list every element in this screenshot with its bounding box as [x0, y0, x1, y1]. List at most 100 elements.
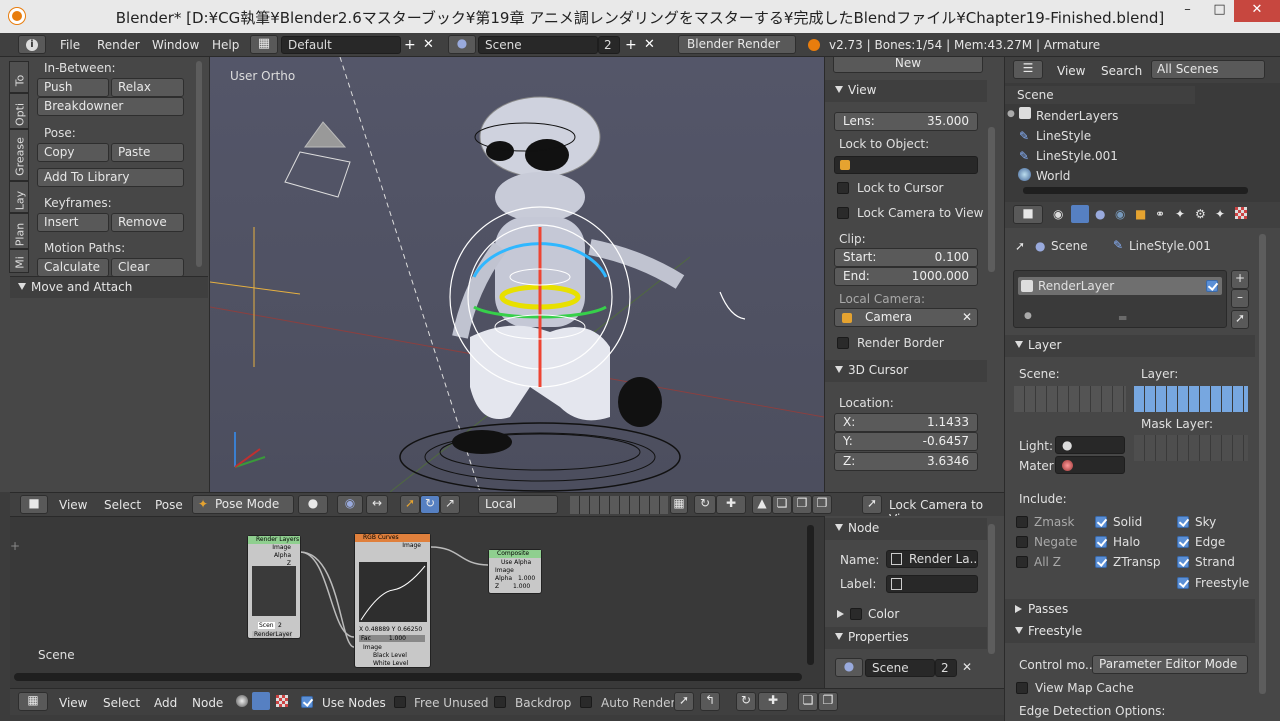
mask-layer-grid[interactable] [1134, 435, 1248, 461]
layer-panel-header[interactable]: Layer [1005, 335, 1255, 357]
view3d-menu-pose[interactable]: Pose [155, 498, 183, 512]
shader-nodes-icon[interactable] [236, 695, 248, 707]
lock-camera-checkbox[interactable] [837, 207, 849, 219]
translate-manipulator[interactable]: ➚ [400, 495, 420, 514]
view-panel-header[interactable]: View [825, 80, 987, 102]
linestyle-item[interactable]: LineStyle [1036, 129, 1091, 143]
use-alpha-toggle[interactable]: Use Alpha [489, 558, 541, 567]
minimize-button[interactable]: – [1172, 0, 1203, 22]
renderlayers-item[interactable]: RenderLayers [1036, 109, 1118, 123]
list-filter-icon[interactable]: ● [1024, 311, 1032, 321]
lock-layers-icon[interactable]: ▦ [670, 495, 688, 514]
outliner-menu-search[interactable]: Search [1101, 64, 1142, 78]
layer-buttons[interactable] [570, 496, 668, 514]
remove-layout-icon[interactable]: ✕ [423, 37, 434, 52]
layout-field[interactable]: Default [281, 36, 401, 54]
node-pin-icon[interactable]: ➚ [674, 692, 694, 711]
snap-icon[interactable]: ✚ [716, 495, 746, 514]
node-snap-icon[interactable]: ↻ [736, 692, 756, 711]
tab-layers[interactable]: Lay [9, 181, 29, 213]
rl-layer-field[interactable]: RenderLayer [252, 631, 292, 638]
node-panel-header[interactable]: Node [825, 518, 987, 540]
node-label-field[interactable] [886, 575, 978, 593]
properties-scrollbar[interactable] [1259, 234, 1266, 694]
tab-misc[interactable]: Mi [9, 249, 29, 273]
rgb-curves-node[interactable]: RGB Curves Image X 0.48889 Y 0.66250 Fac… [354, 533, 431, 668]
composite-node-header[interactable]: Composite [489, 550, 541, 558]
mode-select[interactable]: ✦ Pose Mode [192, 495, 294, 514]
ztransp-checkbox[interactable] [1095, 556, 1107, 568]
fac-value[interactable]: 1.000 [389, 635, 406, 642]
3d-cursor-panel-header[interactable]: 3D Cursor [825, 360, 987, 382]
compositing-nodes-icon[interactable] [252, 692, 270, 710]
add-to-library-button[interactable]: Add To Library [37, 168, 184, 187]
clip-start-field[interactable]: Start: 0.100 [834, 248, 978, 267]
world-tab-icon[interactable]: ◉ [1115, 207, 1125, 221]
rl-scene-field[interactable]: Scen [258, 622, 275, 629]
proportional-edit-icon[interactable]: ↻ [694, 495, 716, 514]
view3d-editor-type[interactable]: ■ [20, 495, 48, 514]
material-field[interactable] [1055, 456, 1125, 474]
scene-field[interactable]: Scene [478, 36, 598, 54]
grease-pencil-new-button[interactable]: New [833, 57, 983, 73]
push-button[interactable]: Push [37, 78, 109, 97]
scale-manipulator[interactable]: ↗ [440, 495, 460, 514]
manipulator-toggle[interactable]: ↔ [366, 495, 388, 514]
scene-layer-grid[interactable] [1014, 386, 1126, 412]
copy-pose-icon[interactable]: ❏ [772, 495, 792, 514]
bone-tab-icon[interactable]: ✦ [1175, 207, 1185, 221]
add-scene-icon[interactable]: + [625, 37, 637, 53]
3d-viewport[interactable]: User Ortho [210, 57, 824, 492]
tab-grease[interactable]: Grease [9, 129, 29, 181]
render-preview-icon[interactable]: ▲ [752, 495, 772, 514]
node-editor-vscrollbar[interactable] [807, 525, 814, 665]
outliner-row-scene[interactable]: Scene [1005, 86, 1195, 104]
cursor-x-field[interactable]: X: 1.1433 [834, 413, 978, 432]
passes-panel-header[interactable]: Passes [1005, 599, 1255, 621]
edge-checkbox[interactable] [1177, 536, 1189, 548]
node-props-scrollbar[interactable] [988, 524, 995, 654]
orientation-select[interactable]: Local [478, 495, 558, 514]
renderlayer-enable-checkbox[interactable] [1206, 280, 1218, 292]
light-field[interactable]: ● [1055, 436, 1125, 454]
paste-pose-icon[interactable]: ❐ [792, 495, 812, 514]
node-parent-icon[interactable]: ↰ [700, 692, 720, 711]
node-snap-element-icon[interactable]: ✚ [758, 692, 788, 711]
menu-render[interactable]: Render [97, 38, 140, 52]
backdrop-checkbox[interactable] [494, 696, 506, 708]
texture-nodes-icon[interactable] [276, 695, 288, 707]
node-menu-add[interactable]: Add [154, 696, 177, 710]
scene-tab-icon[interactable]: ● [1095, 207, 1105, 221]
lens-field[interactable]: Lens: 35.000 [834, 112, 978, 131]
world-item[interactable]: World [1036, 169, 1070, 183]
local-camera-field[interactable]: Camera ✕ [834, 308, 978, 327]
node-menu-view[interactable]: View [59, 696, 87, 710]
node-paste-icon[interactable]: ❐ [818, 692, 838, 711]
allz-checkbox[interactable] [1016, 556, 1028, 568]
render-border-checkbox[interactable] [837, 337, 849, 349]
menu-help[interactable]: Help [212, 38, 239, 52]
view-map-cache-checkbox[interactable] [1016, 682, 1028, 694]
pin-icon[interactable]: ➚ [862, 495, 882, 514]
color-panel-header[interactable]: Color [837, 607, 899, 621]
node-scene-field[interactable]: Scene [865, 659, 935, 677]
render-layers-tab-icon[interactable] [1071, 205, 1089, 223]
renderlayer-row[interactable]: RenderLayer [1018, 277, 1222, 295]
copy-pose-button[interactable]: Copy [37, 143, 109, 162]
data-tab-icon[interactable]: ✦ [1215, 207, 1225, 221]
add-renderlayer-button[interactable]: + [1231, 270, 1249, 289]
properties-editor-type[interactable]: ■ [1013, 205, 1043, 224]
auto-render-checkbox[interactable] [580, 696, 592, 708]
paste-pose-button[interactable]: Paste [111, 143, 184, 162]
node-menu-select[interactable]: Select [103, 696, 140, 710]
expand-icon[interactable]: ● [1007, 109, 1015, 119]
render-engine-select[interactable]: Blender Render [678, 35, 796, 54]
renderlayer-list[interactable]: RenderLayer ● ═ [1013, 270, 1227, 328]
solid-checkbox[interactable] [1095, 516, 1107, 528]
texture-tab-icon[interactable] [1235, 207, 1247, 219]
composite-alpha-value[interactable]: 1.000 [518, 575, 535, 582]
calculate-paths-button[interactable]: Calculate [37, 258, 109, 277]
pin-icon[interactable]: ➚ [1015, 239, 1025, 253]
insert-keyframe-button[interactable]: Insert [37, 213, 109, 232]
constraints-tab-icon[interactable]: ⚭ [1155, 207, 1165, 221]
